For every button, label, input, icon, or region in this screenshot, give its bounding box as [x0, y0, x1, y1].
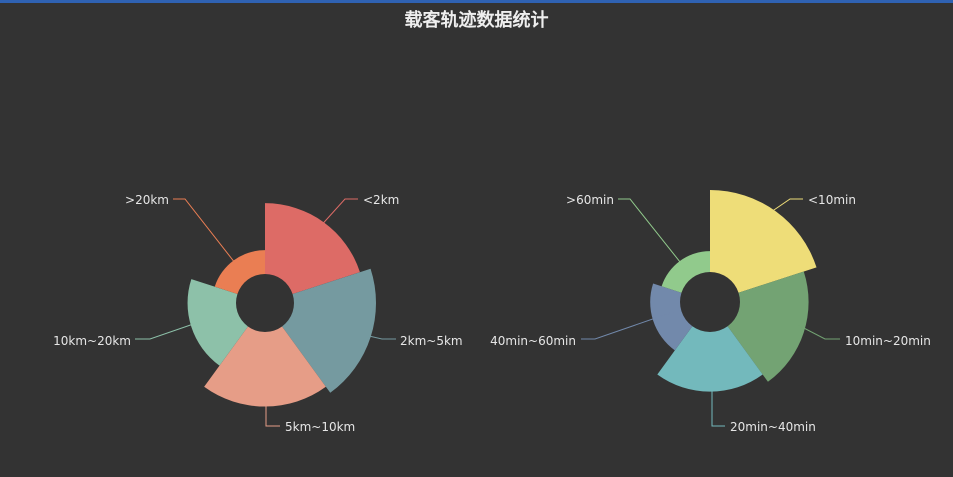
label-leader-line: [173, 198, 240, 269]
label-leader-line: [368, 335, 396, 340]
distance-rose-chart: <2km 2km~5km 5km~10km 10km~20km >20km: [53, 193, 462, 434]
slice-label: 5km~10km: [285, 420, 355, 434]
rose-slice-0-20km[interactable]: [214, 250, 265, 295]
slice-label: <2km: [363, 193, 399, 207]
slice-label: 20min~40min: [730, 420, 816, 434]
slice-label: 10min~20min: [845, 334, 931, 348]
slice-label: 2km~5km: [400, 334, 463, 348]
slice-label: 40min~60min: [490, 334, 576, 348]
label-leader-line: [618, 198, 689, 273]
slice-label: <10min: [808, 193, 856, 207]
rose-charts-canvas: <2km 2km~5km 5km~10km 10km~20km >20km <10min…: [53, 190, 931, 434]
slice-label: >20km: [125, 193, 169, 207]
label-leader-line: [770, 198, 803, 213]
duration-rose-chart: <10min 10min~20min 20min~40min 40min~60min >…: [490, 190, 931, 434]
rose-slice-1-60min[interactable]: [661, 251, 710, 293]
slice-label: 10km~20km: [53, 334, 131, 348]
slice-label: >60min: [566, 193, 614, 207]
